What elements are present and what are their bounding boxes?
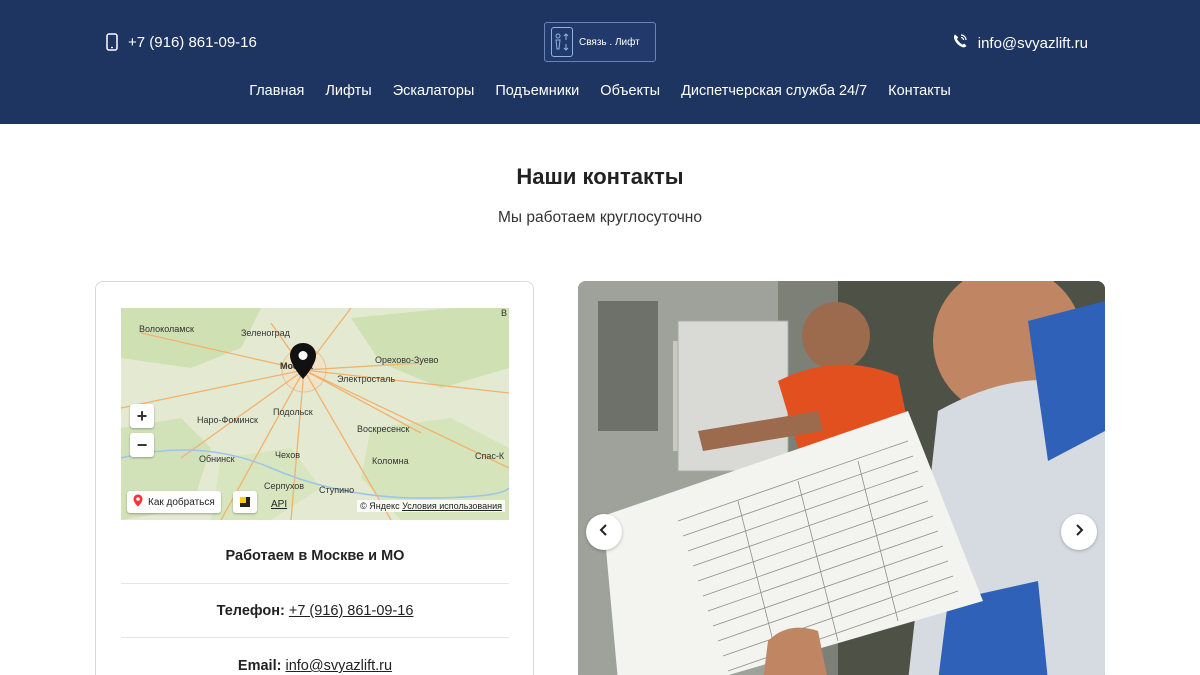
map-route-label: Как добраться [148, 496, 215, 508]
map-label: Чехов [275, 450, 300, 460]
page-title: Наши контакты [516, 164, 684, 189]
slider-prev-button[interactable] [586, 514, 622, 550]
header-phone-text: +7 (916) 861-09-16 [128, 33, 257, 51]
header-email-text: info@svyazlift.ru [977, 34, 1088, 52]
logo-text: Связь . Лифт [579, 36, 640, 48]
nav-item-contacts[interactable]: Контакты [888, 83, 951, 99]
nav-item-platforms[interactable]: Подъемники [495, 83, 579, 99]
map-pin-icon[interactable] [289, 342, 317, 385]
phone-info: Телефон: +7 (916) 861-09-16 [121, 603, 509, 619]
divider [121, 637, 509, 638]
phone-label: Телефон: [216, 603, 285, 619]
map-copyright-text: © Яндекс [360, 501, 400, 511]
map-terrain [121, 308, 509, 520]
nav-item-lifts[interactable]: Лифты [325, 83, 371, 99]
chevron-right-icon [1073, 523, 1085, 542]
map-api-link[interactable]: API [271, 499, 287, 510]
yandex-maps-icon[interactable] [233, 491, 257, 513]
region-info: Работаем в Москве и МО [121, 548, 509, 564]
chevron-left-icon [598, 523, 610, 542]
map-label: Серпухов [264, 481, 305, 491]
nav-item-home[interactable]: Главная [249, 83, 304, 99]
map-route-button[interactable]: Как добраться [127, 491, 221, 513]
map-label: Орехово-Зуево [375, 355, 439, 365]
route-pin-icon [133, 494, 143, 510]
map-zoom-out-button[interactable]: − [130, 433, 154, 457]
site-header: +7 (916) 861-09-16 Связь . Лифт info@svy… [0, 0, 1200, 124]
map-label: Коломна [372, 456, 409, 466]
contacts-card: Волоколамск Зеленоград Москва Орехово-Зу… [95, 281, 534, 675]
email-info: Email: info@svyazlift.ru [121, 658, 509, 674]
nav-item-escalators[interactable]: Эскалаторы [393, 83, 475, 99]
phone-icon [106, 33, 118, 51]
contact-phone-link[interactable]: +7 (916) 861-09-16 [289, 603, 414, 619]
main-nav: Главная Лифты Эскалаторы Подъемники Объе… [0, 83, 1200, 99]
map-label: Зеленоград [241, 328, 290, 338]
region-text: Работаем в Москве и МО [225, 548, 405, 564]
site-logo[interactable]: Связь . Лифт [544, 22, 656, 62]
map-terms-link[interactable]: Условия использования [402, 501, 502, 511]
map-copyright: © Яндекс Условия использования [357, 500, 505, 512]
map-label: Воскресенск [357, 424, 410, 434]
divider [121, 583, 509, 584]
yandex-map[interactable]: Волоколамск Зеленоград Москва Орехово-Зу… [121, 308, 509, 520]
map-zoom-in-button[interactable]: + [130, 404, 154, 428]
slider-next-button[interactable] [1061, 514, 1097, 550]
map-label: Ступино [319, 485, 355, 495]
map-label: Подольск [273, 407, 313, 417]
map-label: Наро-Фоминск [197, 415, 258, 425]
contact-email-link[interactable]: info@svyazlift.ru [285, 658, 392, 674]
slide-photo [578, 281, 1105, 675]
map-label: Волоколамск [139, 324, 194, 334]
map-label: Обнинск [199, 454, 235, 464]
nav-item-objects[interactable]: Объекты [600, 83, 660, 99]
elevator-icon [551, 27, 573, 57]
handset-icon [952, 33, 968, 53]
map-label: Спас-К [475, 451, 505, 461]
header-phone-link[interactable]: +7 (916) 861-09-16 [106, 33, 257, 51]
header-email-link[interactable]: info@svyazlift.ru [952, 33, 1088, 53]
photo-slider[interactable] [578, 281, 1105, 675]
page-subtitle: Мы работаем круглосуточно [498, 209, 702, 226]
nav-item-dispatch[interactable]: Диспетчерская служба 24/7 [681, 83, 867, 99]
map-label: В [501, 308, 508, 318]
map-label: Электросталь [337, 374, 396, 384]
email-label: Email: [237, 658, 282, 674]
